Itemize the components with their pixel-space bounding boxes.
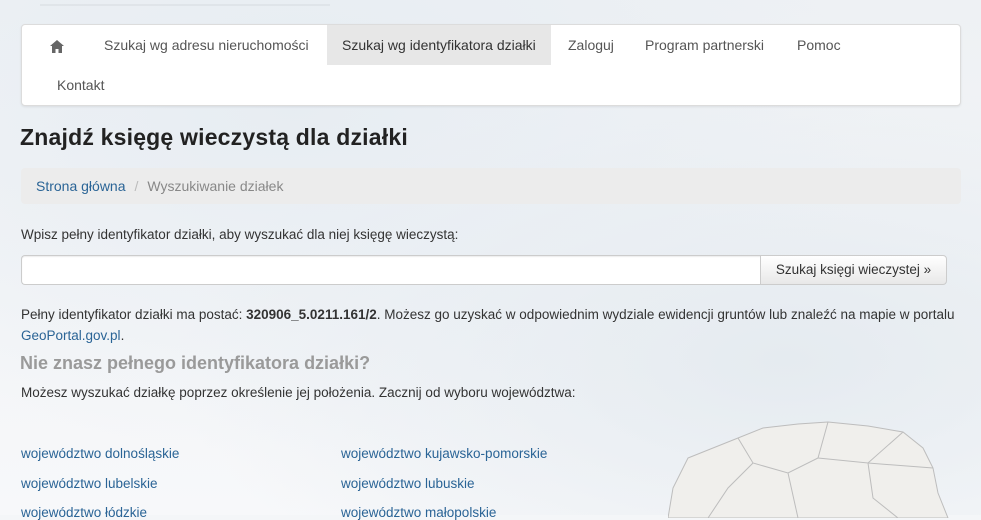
search-label: Wpisz pełny identyfikator działki, aby w…	[21, 227, 459, 242]
plot-id-example: 320906_5.0211.161/2	[246, 307, 377, 322]
nav-contact[interactable]: Kontakt	[57, 65, 104, 105]
search-land-register-button[interactable]: Szukaj księgi wieczystej »	[760, 255, 947, 285]
choose-voivodeship-text: Możesz wyszukać działkę poprzez określen…	[21, 385, 576, 400]
info-prefix: Pełny identyfikator działki ma postać:	[21, 307, 247, 322]
breadcrumb-separator: /	[134, 178, 139, 194]
breadcrumb: Strona główna / Wyszukiwanie działek	[21, 168, 961, 204]
nav-home[interactable]	[50, 25, 80, 65]
voivodeship-link-lodzkie[interactable]: województwo łódzkie	[21, 505, 147, 520]
voivodeship-link-kujawsko-pomorskie[interactable]: województwo kujawsko-pomorskie	[341, 446, 547, 461]
poland-map[interactable]	[668, 418, 968, 518]
breadcrumb-current: Wyszukiwanie działek	[147, 178, 284, 194]
voivodeship-link-malopolskie[interactable]: województwo małopolskie	[341, 505, 496, 520]
site-logo[interactable]	[40, 0, 330, 6]
info-middle: . Możesz go uzyskać w odpowiednim wydzia…	[376, 307, 955, 322]
voivodeship-link-lubuskie[interactable]: województwo lubuskie	[341, 476, 475, 491]
nav-help[interactable]: Pomoc	[797, 25, 841, 65]
plot-id-input[interactable]	[21, 255, 778, 285]
voivodeship-link-lubelskie[interactable]: województwo lubelskie	[21, 476, 158, 491]
breadcrumb-home-link[interactable]: Strona główna	[36, 178, 126, 194]
info-suffix: .	[120, 328, 125, 343]
nav-search-by-plot-id[interactable]: Szukaj wg identyfikatora działki	[327, 25, 551, 65]
nav-login[interactable]: Zaloguj	[568, 25, 614, 65]
home-icon	[50, 39, 64, 53]
nav-search-by-address[interactable]: Szukaj wg adresu nieruchomości	[104, 25, 309, 65]
unknown-id-heading: Nie znasz pełnego identyfikatora działki…	[20, 353, 371, 373]
main-navbar: Szukaj wg adresu nieruchomości Szukaj wg…	[21, 24, 961, 106]
plot-id-info: Pełny identyfikator działki ma postać: 3…	[21, 304, 966, 346]
geoportal-link[interactable]: GeoPortal.gov.pl	[21, 328, 121, 343]
nav-partner-program[interactable]: Program partnerski	[645, 25, 764, 65]
page-title: Znajdź księgę wieczystą dla działki	[20, 124, 408, 150]
voivodeship-link-dolnoslaskie[interactable]: województwo dolnośląskie	[21, 446, 179, 461]
